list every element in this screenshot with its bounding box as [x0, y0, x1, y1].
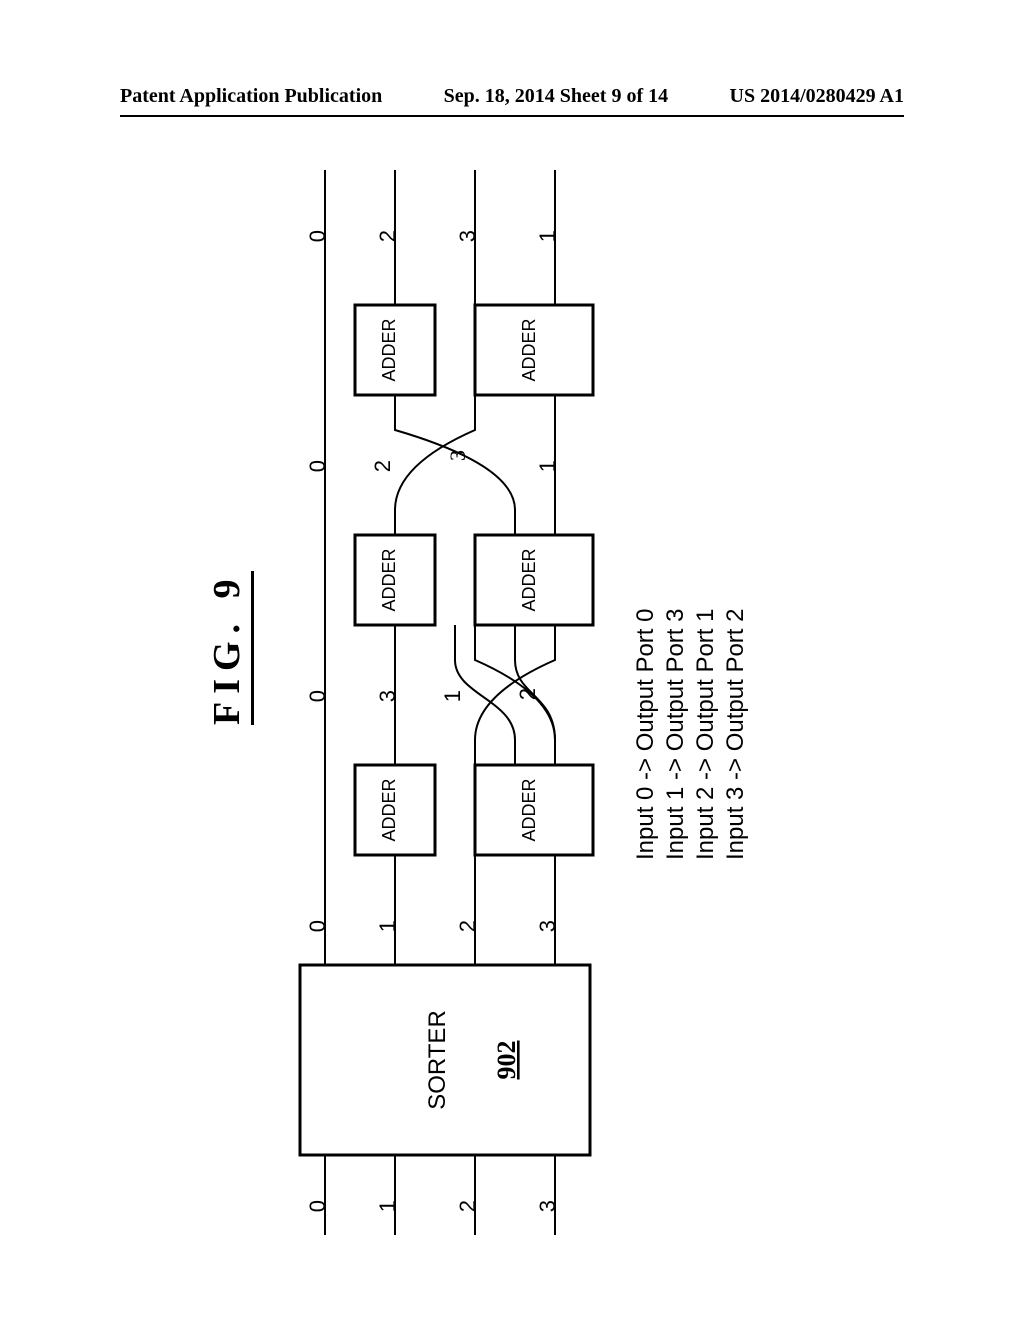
- num-s2-3: 1: [535, 460, 560, 472]
- num-input-3: 3: [535, 1200, 560, 1212]
- adder-label-3a: ADDER: [379, 318, 399, 381]
- adder-label-2a: ADDER: [379, 548, 399, 611]
- mapping-row-1: Input 1 -> Output Port 3: [660, 609, 691, 860]
- adder-label-3b: ADDER: [519, 318, 539, 381]
- num-aftersort-2: 2: [455, 920, 480, 932]
- mapping-row-2: Input 2 -> Output Port 1: [690, 609, 721, 860]
- mapping-row-3: Input 3 -> Output Port 2: [720, 609, 751, 860]
- num-s1-2: 1: [440, 690, 465, 702]
- sorter-label: SORTER: [424, 1010, 451, 1110]
- num-aftersort-3: 3: [535, 920, 560, 932]
- page-header: Patent Application Publication Sep. 18, …: [0, 85, 1024, 108]
- header-right: US 2014/0280429 A1: [730, 85, 904, 108]
- num-s2-2: 3: [445, 450, 470, 461]
- num-s1-0: 0: [305, 690, 330, 702]
- num-out-1: 2: [375, 230, 400, 242]
- header-left: Patent Application Publication: [120, 85, 382, 108]
- num-s2-0: 0: [305, 460, 330, 472]
- num-s1-3: 2: [515, 688, 540, 700]
- num-out-2: 3: [455, 230, 480, 242]
- figure-label: FIG. 9: [205, 571, 254, 725]
- num-aftersort-1: 1: [375, 920, 400, 932]
- mapping-row-0: Input 0 -> Output Port 0: [630, 609, 661, 860]
- header-rule: [120, 115, 904, 117]
- num-out-3: 1: [535, 230, 560, 242]
- num-aftersort-0: 0: [305, 920, 330, 932]
- adder-label-1a: ADDER: [379, 778, 399, 841]
- sorter-ref: 902: [492, 1041, 521, 1080]
- num-out-0: 0: [305, 230, 330, 242]
- num-input-0: 0: [305, 1200, 330, 1212]
- header-center: Sep. 18, 2014 Sheet 9 of 14: [444, 85, 668, 108]
- num-input-1: 1: [375, 1200, 400, 1212]
- circuit-diagram: 0 1 2 3 SORTER 902 0 1 2 3 ADDER ADDER: [285, 140, 605, 1240]
- adder-label-1b: ADDER: [519, 778, 539, 841]
- adder-label-2b: ADDER: [519, 548, 539, 611]
- num-s1-1: 3: [375, 690, 400, 702]
- figure-area: FIG. 9 0 1 2 3 SORTER 902 0 1 2 3 ADDER …: [175, 140, 855, 1240]
- num-input-2: 2: [455, 1200, 480, 1212]
- num-s2-1: 2: [370, 460, 395, 472]
